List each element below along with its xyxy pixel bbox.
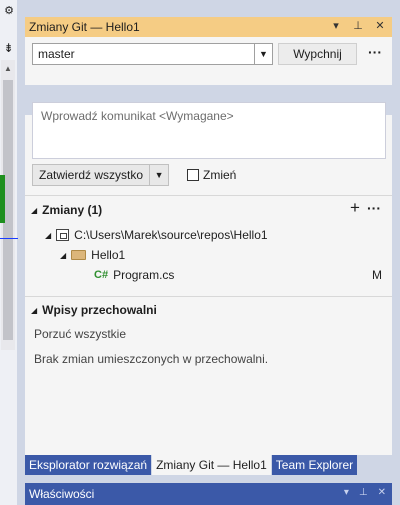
amend-checkbox[interactable] — [187, 169, 199, 181]
branch-dropdown[interactable]: master ▼ — [32, 43, 273, 65]
change-marker — [0, 175, 5, 223]
tab-team-explorer[interactable]: Team Explorer — [271, 455, 359, 475]
folder-label: Hello1 — [91, 248, 126, 262]
branch-name: master — [38, 47, 75, 61]
tool-window-title: Zmiany Git — Hello1 — [29, 20, 140, 34]
divider — [25, 195, 392, 196]
folder-icon — [71, 250, 87, 260]
changes-header-label: Zmiany (1) — [42, 203, 103, 217]
collapse-triangle-icon[interactable]: ◢ — [60, 251, 66, 260]
tool-window-titlebar[interactable]: Zmiany Git — Hello1 ▾ ⊥ ✕ — [25, 17, 392, 37]
push-button[interactable]: Wypchnij — [278, 43, 357, 65]
properties-close-icon[interactable]: ✕ — [378, 487, 386, 498]
stash-section-header[interactable]: ◢ Wpisy przechowalni — [31, 303, 157, 317]
more-actions-icon[interactable]: ··· — [365, 43, 385, 65]
amend-label: Zmień — [203, 168, 237, 182]
changes-more-icon[interactable]: ··· — [367, 201, 381, 215]
git-changes-panel: Zmiany Git — Hello1 ▾ ⊥ ✕ master ▼ Wypch… — [25, 17, 392, 475]
scroll-up-arrow-icon[interactable]: ▲ — [1, 64, 15, 76]
stage-all-plus-icon[interactable]: + — [350, 199, 360, 216]
divider — [25, 296, 392, 297]
tab-git-changes[interactable]: Zmiany Git — Hello1 — [152, 455, 272, 475]
stash-header-label: Wpisy przechowalni — [42, 303, 157, 317]
window-menu-chevron-icon[interactable]: ▾ — [330, 19, 342, 32]
tool-window-tabs: Eksplorator rozwiązań Zmiany Git — Hello… — [25, 455, 392, 475]
close-icon[interactable]: ✕ — [374, 19, 386, 32]
commit-message-input[interactable]: Wprowadź komunikat <Wymagane> — [32, 102, 386, 159]
pin-icon[interactable]: ⊥ — [352, 19, 364, 32]
properties-pin-icon[interactable]: ⊥ — [359, 487, 368, 498]
tab-solution-explorer[interactable]: Eksplorator rozwiązań — [25, 455, 153, 475]
properties-title: Właściwości — [29, 487, 95, 501]
repository-icon — [56, 229, 70, 241]
commit-message-placeholder: Wprowadź komunikat <Wymagane> — [41, 109, 234, 123]
editor-edge-strip: ⚙ ⇟ ▲ — [0, 0, 18, 505]
file-status-badge: M — [372, 268, 382, 282]
properties-titlebar[interactable]: Właściwości ▾ ⊥ ✕ — [25, 483, 392, 505]
file-tree-item[interactable]: C# Program.cs — [94, 268, 174, 282]
folder-tree-item[interactable]: ◢ Hello1 — [60, 248, 125, 262]
csharp-file-icon: C# — [94, 269, 109, 281]
commit-all-button[interactable]: Zatwierdź wszystko — [32, 164, 151, 186]
collapse-triangle-icon[interactable]: ◢ — [45, 231, 51, 240]
stash-empty-message: Brak zmian umieszczonych w przechowalni. — [34, 352, 269, 366]
properties-menu-chevron-icon[interactable]: ▾ — [344, 487, 349, 498]
split-handle-icon[interactable]: ⇟ — [1, 40, 16, 56]
commit-split-button: Zatwierdź wszystko ▼ — [32, 164, 170, 186]
discard-all-link[interactable]: Porzuć wszystkie — [34, 327, 126, 341]
caret-line-marker — [0, 238, 18, 239]
collapse-triangle-icon[interactable]: ◢ — [31, 306, 37, 315]
dropdown-arrow-icon[interactable]: ▼ — [254, 44, 272, 64]
commit-options-chevron-icon[interactable]: ▼ — [150, 164, 170, 186]
file-name-label: Program.cs — [113, 268, 175, 282]
amend-checkbox-group[interactable]: Zmień — [187, 168, 236, 182]
repo-tree-item[interactable]: ◢ C:\Users\Marek\source\repos\Hello1 — [45, 228, 268, 242]
collapse-triangle-icon[interactable]: ◢ — [31, 206, 37, 215]
repo-path-label: C:\Users\Marek\source\repos\Hello1 — [74, 228, 268, 242]
changes-section-header[interactable]: ◢ Zmiany (1) — [31, 203, 102, 217]
settings-gear-icon[interactable]: ⚙ — [2, 4, 16, 18]
